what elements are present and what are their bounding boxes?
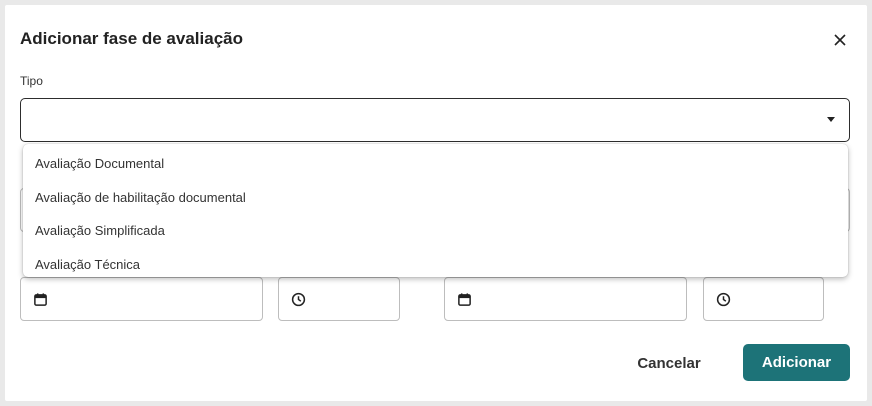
close-button[interactable] (829, 29, 851, 51)
end-time-field[interactable] (703, 277, 824, 321)
caret-down-icon (827, 117, 835, 122)
tipo-dropdown-menu: Avaliação Documental Avaliação de habili… (23, 144, 848, 277)
add-button[interactable]: Adicionar (743, 344, 850, 381)
start-time-field[interactable] (278, 277, 400, 321)
dialog-title: Adicionar fase de avaliação (20, 29, 243, 48)
option-avaliacao-habilitacao-documental[interactable]: Avaliação de habilitação documental (23, 181, 848, 215)
clock-icon (716, 292, 731, 307)
end-date-field[interactable] (444, 277, 687, 321)
calendar-icon (34, 293, 47, 306)
clock-icon (291, 292, 306, 307)
start-date-field[interactable] (20, 277, 263, 321)
option-avaliacao-documental[interactable]: Avaliação Documental (23, 147, 848, 181)
cancel-button[interactable]: Cancelar (627, 345, 711, 381)
add-evaluation-phase-dialog: Adicionar fase de avaliação Tipo Avaliaç… (5, 5, 867, 401)
tipo-select[interactable] (20, 98, 850, 142)
tipo-label: Tipo (20, 74, 43, 88)
close-icon (834, 34, 846, 46)
option-avaliacao-simplificada[interactable]: Avaliação Simplificada (23, 214, 848, 248)
calendar-icon (458, 293, 471, 306)
option-avaliacao-tecnica[interactable]: Avaliação Técnica (23, 248, 848, 282)
